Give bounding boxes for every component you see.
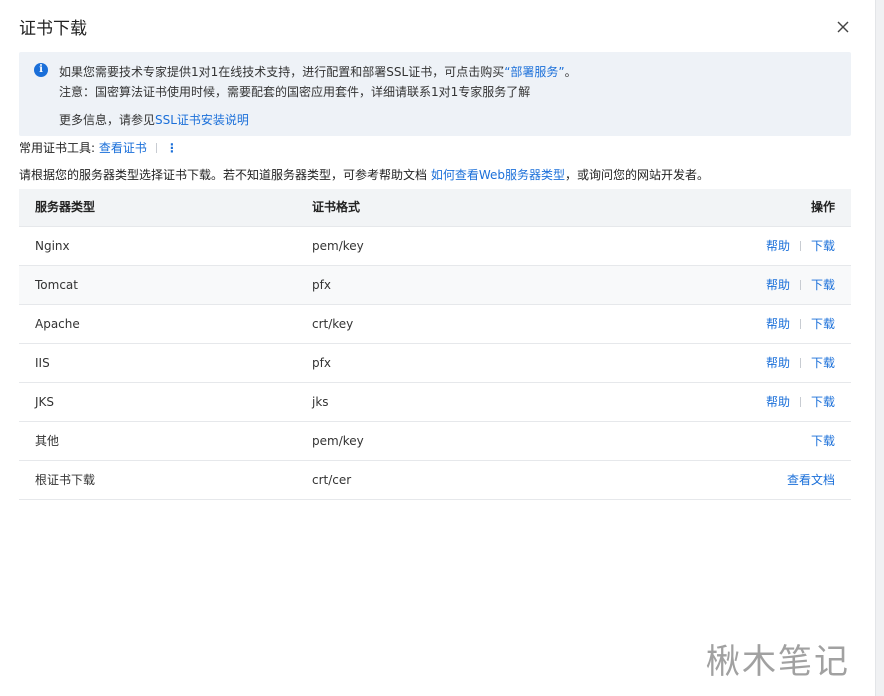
row-actions: 查看文档 <box>787 461 835 499</box>
server-type: JKS <box>35 395 55 409</box>
download-link[interactable]: 下载 <box>811 278 835 292</box>
cert-format: crt/cer <box>312 473 352 487</box>
row-actions: 下载 <box>811 422 835 460</box>
ssl-install-guide-link[interactable]: SSL证书安装说明 <box>155 113 249 127</box>
help-link[interactable]: 帮助 <box>766 278 790 292</box>
row-actions: 帮助 下载 <box>766 305 835 343</box>
notice-line-1-end: 。 <box>564 65 577 79</box>
info-icon: i <box>34 63 48 77</box>
header-server-type: 服务器类型 <box>35 200 96 214</box>
divider <box>799 319 801 329</box>
download-link[interactable]: 下载 <box>811 239 835 253</box>
divider <box>799 358 801 368</box>
divider <box>799 280 801 290</box>
deploy-service-link[interactable]: “部署服务” <box>504 65 564 79</box>
close-icon[interactable] <box>832 16 854 38</box>
server-type: Tomcat <box>35 278 78 292</box>
table-header: 服务器类型 证书格式 操作 <box>19 189 851 226</box>
cert-format: pfx <box>312 356 331 370</box>
table-row: Apache crt/key 帮助 下载 <box>19 305 851 344</box>
notice-line-3-text: 更多信息，请参见 <box>59 113 156 127</box>
cert-format: jks <box>312 395 329 409</box>
row-actions: 帮助 下载 <box>766 227 835 265</box>
cert-tools-label: 常用证书工具: <box>19 141 96 155</box>
dialog-title: 证书下载 <box>19 19 87 39</box>
info-notice: i 如果您需要技术专家提供1对1在线技术支持，进行配置和部署SSL证书，可点击购… <box>19 52 851 136</box>
divider <box>799 397 801 407</box>
dialog-edge <box>875 0 884 696</box>
download-guide: 请根据您的服务器类型选择证书下载。若不知道服务器类型，可参考帮助文档 如何查看W… <box>19 166 709 183</box>
notice-line-1-text: 如果您需要技术专家提供1对1在线技术支持，进行配置和部署SSL证书，可点击购买 <box>59 65 505 79</box>
divider <box>155 143 157 153</box>
notice-line-1: 如果您需要技术专家提供1对1在线技术支持，进行配置和部署SSL证书，可点击购买“… <box>59 63 577 80</box>
row-actions: 帮助 下载 <box>766 266 835 304</box>
server-type: 根证书下载 <box>35 473 96 487</box>
download-link[interactable]: 下载 <box>811 317 835 331</box>
download-link[interactable]: 下载 <box>811 395 835 409</box>
server-type: Nginx <box>35 239 70 253</box>
cert-format: crt/key <box>312 317 354 331</box>
guide-text-before: 请根据您的服务器类型选择证书下载。若不知道服务器类型，可参考帮助文档 <box>19 168 431 182</box>
table-row: 其他 pem/key 下载 <box>19 422 851 461</box>
table-row: IIS pfx 帮助 下载 <box>19 344 851 383</box>
row-actions: 帮助 下载 <box>766 344 835 382</box>
server-type: 其他 <box>35 434 60 448</box>
table-body: Nginx pem/key 帮助 下载 Tomcat pfx 帮助 下载 Apach… <box>19 226 851 500</box>
server-type-help-link[interactable]: 如何查看Web服务器类型 <box>431 168 565 182</box>
cert-format: pfx <box>312 278 331 292</box>
cert-download-table: 服务器类型 证书格式 操作 Nginx pem/key 帮助 下载 Tomcat … <box>19 189 851 500</box>
cert-format: pem/key <box>312 239 364 253</box>
header-action: 操作 <box>810 200 835 214</box>
notice-line-2: 注意：国密算法证书使用时候，需要配套的国密应用套件，详细请联系1对1专家服务了解 <box>59 85 531 99</box>
notice-line-3: 更多信息，请参见SSL证书安装说明 <box>59 111 249 128</box>
view-cert-link[interactable]: 查看证书 <box>99 141 147 155</box>
divider <box>799 241 801 251</box>
download-link[interactable]: 下载 <box>811 356 835 370</box>
guide-text-after: ，或询问您的网站开发者。 <box>565 168 710 182</box>
view-docs-link[interactable]: 查看文档 <box>787 473 835 487</box>
server-type: Apache <box>35 317 80 331</box>
cert-format: pem/key <box>312 434 364 448</box>
server-type: IIS <box>35 356 50 370</box>
cert-tools: 常用证书工具: 查看证书 ⋮ <box>19 139 178 156</box>
help-link[interactable]: 帮助 <box>766 317 790 331</box>
row-actions: 帮助 下载 <box>766 383 835 421</box>
table-row: Tomcat pfx 帮助 下载 <box>19 266 851 305</box>
table-row: 根证书下载 crt/cer 查看文档 <box>19 461 851 500</box>
help-link[interactable]: 帮助 <box>766 395 790 409</box>
table-row: JKS jks 帮助 下载 <box>19 383 851 422</box>
watermark: 楸木笔记 <box>706 642 850 682</box>
download-link[interactable]: 下载 <box>811 434 835 448</box>
help-link[interactable]: 帮助 <box>766 356 790 370</box>
table-row: Nginx pem/key 帮助 下载 <box>19 226 851 266</box>
help-link[interactable]: 帮助 <box>766 239 790 253</box>
more-icon[interactable]: ⋮ <box>166 141 178 155</box>
header-cert-format: 证书格式 <box>312 200 361 214</box>
